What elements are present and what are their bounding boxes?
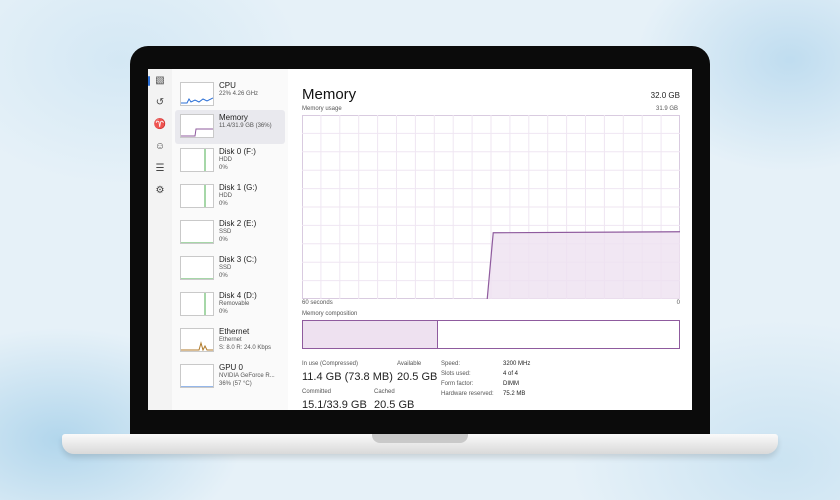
startup-icon[interactable]: ♈ [152,117,168,133]
device-detail: NVIDIA GeForce R... [219,373,275,379]
form-factor-label: Form factor: [441,381,474,387]
device-item[interactable]: CPU 22% 4.26 GHz [175,78,285,112]
device-item[interactable]: Memory 11.4/31.9 GB (36%) [175,110,285,144]
device-name: CPU [219,81,236,90]
device-utilization: 0% [219,237,228,243]
task-manager-window: ▧ ↺ ♈ ☺ ☰ ⚙ CPU 22% 4.26 GHz Memory 11.4/31.9 GB… [148,69,692,410]
memory-panel: Memory 32.0 GB Memory usage 31.9 GB 60 s… [288,69,692,410]
memory-usage-area [487,231,680,299]
device-item[interactable]: GPU 0 NVIDIA GeForce R... 36% (57 °C) [175,360,285,394]
committed-label: Committed [302,389,332,395]
device-item[interactable]: Disk 4 (D:) Removable 0% [175,288,285,322]
device-item[interactable]: Ethernet Ethernet S: 8.0 R: 24.0 Kbps [175,324,285,358]
device-thumbnail-graph [180,220,214,244]
graph-time-left-label: 60 seconds [302,300,333,306]
device-detail: 11.4/31.9 GB (36%) [219,123,272,129]
device-thumbnail-graph [180,328,214,352]
device-utilization: 0% [219,165,228,171]
memory-usage-label: Memory usage [302,106,342,112]
memory-total: 32.0 GB [650,91,680,100]
hardware-reserved-value: 75.2 MB [503,391,526,397]
device-name: Disk 2 (E:) [219,219,257,228]
slots-used-value: 4 of 4 [503,371,519,377]
device-name: Disk 3 (C:) [219,255,257,264]
device-utilization: 36% (57 °C) [219,381,252,387]
device-detail: SSD [219,229,232,235]
memory-composition-in-use [303,321,439,348]
users-icon[interactable]: ☺ [152,139,168,155]
device-name: GPU 0 [219,363,244,372]
device-item[interactable]: Disk 0 (F:) HDD 0% [175,144,285,178]
device-thumbnail-graph [180,292,214,316]
device-item[interactable]: Disk 2 (E:) SSD 0% [175,216,285,250]
device-name: Disk 1 (G:) [219,183,258,192]
device-thumbnail-graph [180,184,214,208]
device-thumbnail-graph [180,114,214,138]
memory-usage-max: 31.9 GB [655,106,678,112]
committed-value: 15.1/33.9 GB [302,399,367,410]
history-icon[interactable]: ↺ [152,95,168,111]
details-icon[interactable]: ☰ [152,161,168,177]
form-factor-value: DIMM [503,381,519,387]
laptop-notch [372,434,468,443]
device-name: Disk 0 (F:) [219,147,256,156]
device-detail: HDD [219,193,232,199]
device-utilization: 0% [219,309,228,315]
slots-used-label: Slots used: [441,371,471,377]
hardware-reserved-label: Hardware reserved: [441,391,494,397]
performance-icon[interactable]: ▧ [148,73,168,89]
device-detail: 22% 4.26 GHz [219,91,259,97]
in-use-label: In use (Compressed) [302,361,359,367]
cached-value: 20.5 GB [374,399,415,410]
device-item[interactable]: Disk 3 (C:) SSD 0% [175,252,285,286]
device-detail: SSD [219,265,232,271]
speed-value: 3200 MHz [503,361,531,367]
device-utilization: 0% [219,201,228,207]
device-name: Memory [219,113,248,122]
device-utilization: 0% [219,273,228,279]
available-label: Available [397,361,422,367]
in-use-value: 11.4 GB (73.8 MB) [302,371,393,383]
page-title: Memory [302,86,357,103]
device-thumbnail-graph [180,364,214,388]
memory-usage-graph [302,115,680,299]
available-value: 20.5 GB [397,371,438,383]
device-thumbnail-graph [180,148,214,172]
services-icon[interactable]: ⚙ [152,183,168,199]
speed-label: Speed: [441,361,461,367]
device-thumbnail-graph [180,82,214,106]
memory-composition-bar [302,320,680,349]
device-detail: HDD [219,157,232,163]
device-name: Disk 4 (D:) [219,291,257,300]
nav-rail: ▧ ↺ ♈ ☺ ☰ ⚙ [148,69,172,410]
device-detail: Removable [219,301,250,307]
device-list: CPU 22% 4.26 GHz Memory 11.4/31.9 GB (36%) D… [172,69,288,410]
graph-time-right-label: 0 [676,300,680,306]
device-thumbnail-graph [180,256,214,280]
device-utilization: S: 8.0 R: 24.0 Kbps [219,345,272,351]
memory-composition-label: Memory composition [302,311,358,317]
device-detail: Ethernet [219,337,242,343]
device-name: Ethernet [219,327,250,336]
cached-label: Cached [374,389,395,395]
device-item[interactable]: Disk 1 (G:) HDD 0% [175,180,285,214]
